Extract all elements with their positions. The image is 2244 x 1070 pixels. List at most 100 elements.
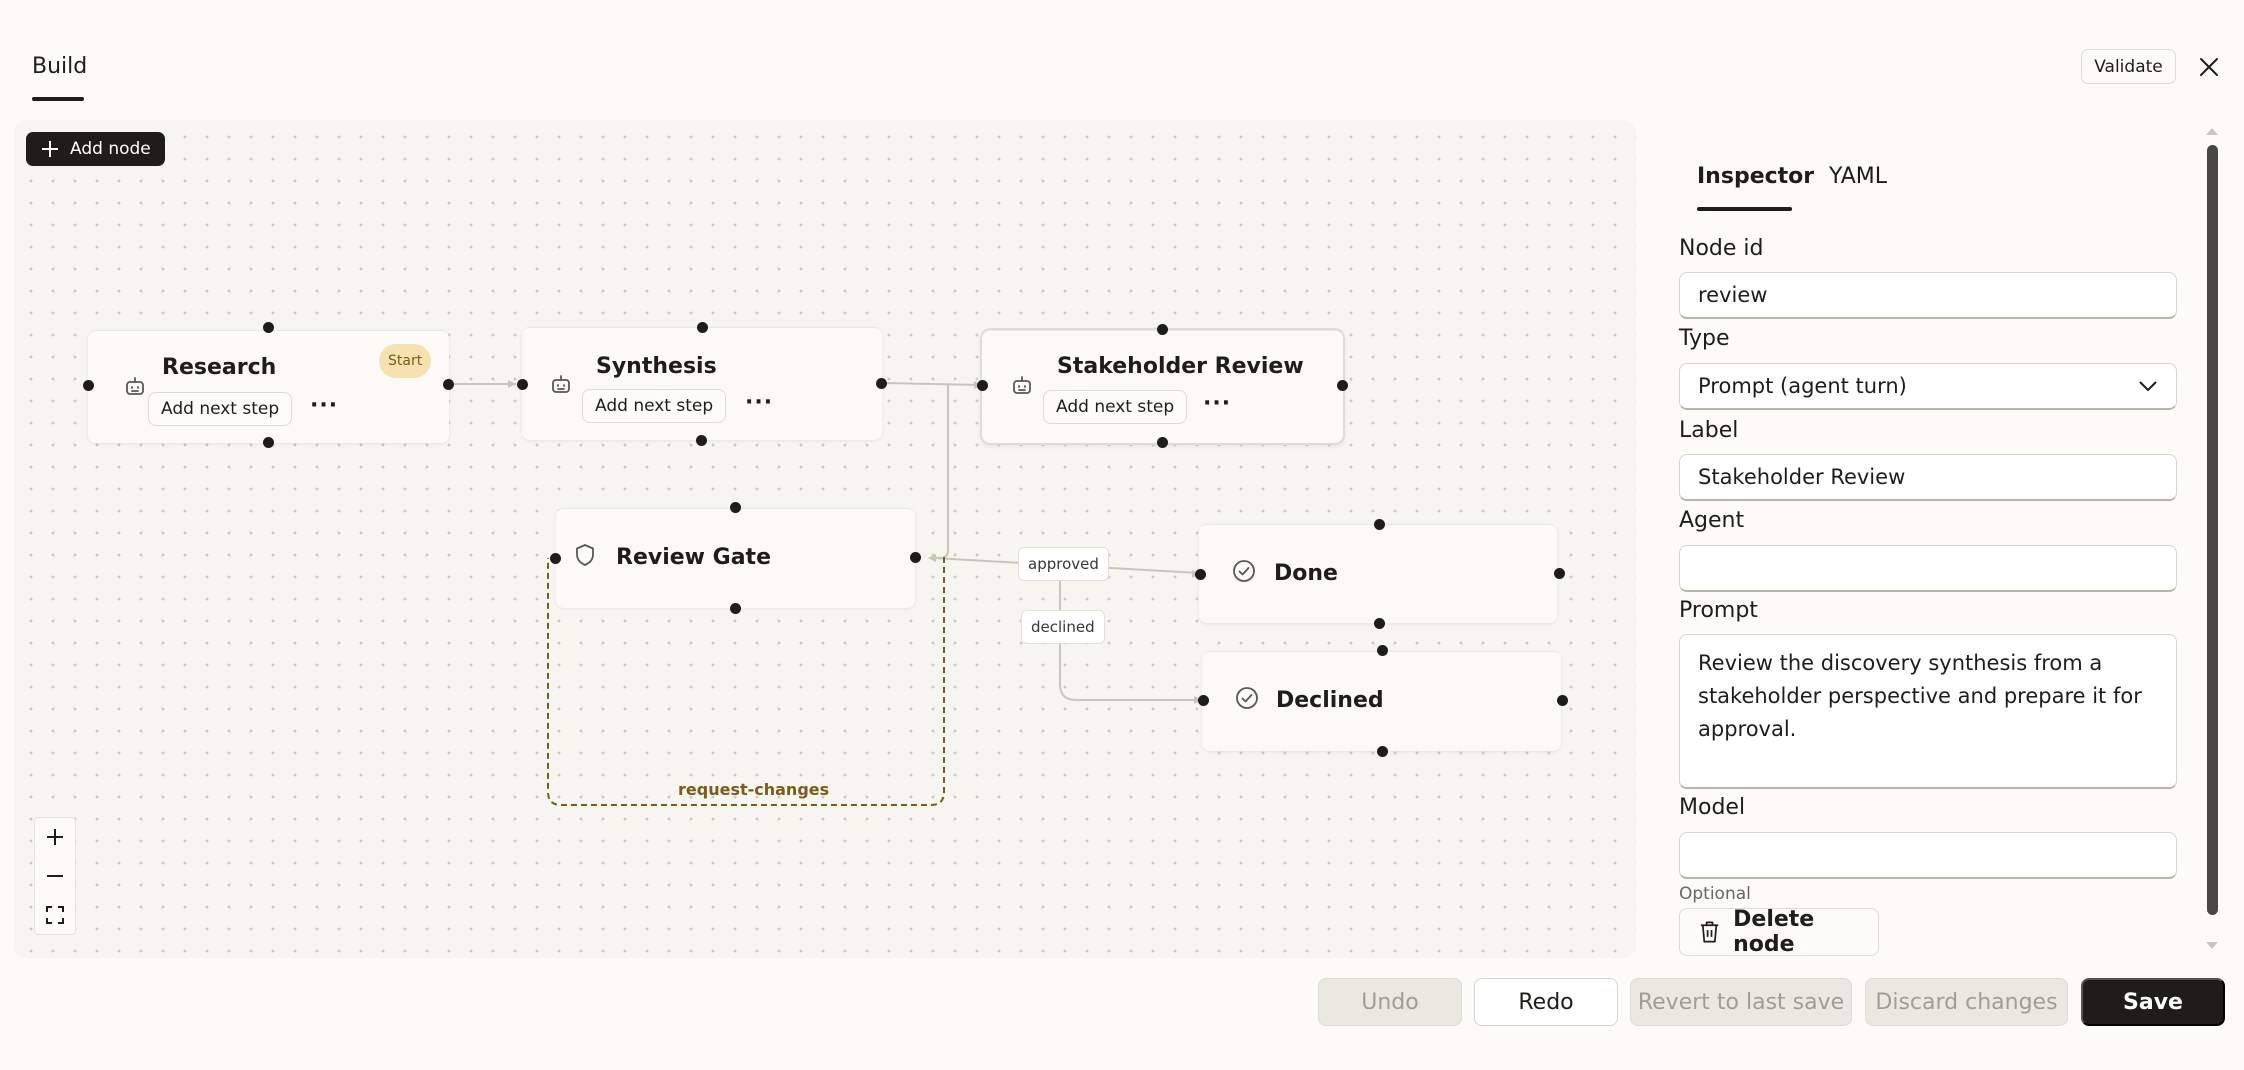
plus-icon bbox=[42, 141, 58, 157]
fit-view-button[interactable] bbox=[35, 896, 75, 934]
add-next-step-button[interactable]: Add next step bbox=[1043, 390, 1188, 424]
scroll-up-arrow[interactable] bbox=[2206, 128, 2218, 135]
node-research[interactable]: Research Start Add next step ··· bbox=[88, 330, 449, 443]
node-done[interactable]: Done bbox=[1199, 524, 1557, 623]
handle-gate-right[interactable] bbox=[909, 551, 921, 563]
arrow-synthesis bbox=[508, 380, 516, 388]
node-stakeholder-review[interactable]: Stakeholder Review Add next step ··· bbox=[982, 330, 1343, 443]
handle-declined-bottom[interactable] bbox=[1376, 745, 1388, 757]
handle-stakeholder-bottom[interactable] bbox=[1156, 436, 1168, 448]
tab-inspector[interactable]: Inspector bbox=[1697, 164, 1814, 189]
robot-icon bbox=[1013, 376, 1031, 394]
handle-research-right[interactable] bbox=[442, 378, 454, 390]
check-circle-icon bbox=[1233, 560, 1255, 582]
handle-research-bottom[interactable] bbox=[262, 436, 274, 448]
node-review-gate[interactable]: Review Gate bbox=[556, 508, 915, 608]
chevron-down-icon bbox=[2139, 381, 2157, 392]
add-next-step-button[interactable]: Add next step bbox=[582, 389, 727, 423]
edge-stakeholder-gate bbox=[934, 384, 950, 559]
undo-button[interactable]: Undo bbox=[1318, 978, 1462, 1026]
type-select[interactable]: Prompt (agent turn) bbox=[1679, 363, 2177, 410]
revert-button[interactable]: Revert to last save bbox=[1630, 978, 1852, 1026]
handle-stakeholder-top[interactable] bbox=[1156, 323, 1168, 335]
redo-button[interactable]: Redo bbox=[1474, 978, 1618, 1026]
node-title: Done bbox=[1274, 561, 1338, 586]
node-declined[interactable]: Declined bbox=[1202, 651, 1561, 751]
model-hint: Optional bbox=[1679, 884, 1751, 904]
tab-build[interactable]: Build bbox=[32, 54, 87, 79]
node-synthesis[interactable]: Synthesis Add next step ··· bbox=[522, 327, 882, 440]
robot-icon bbox=[126, 377, 144, 395]
flow-canvas[interactable]: Add node Research Start Add next step ··… bbox=[14, 120, 1636, 958]
handle-stakeholder-left[interactable] bbox=[976, 379, 988, 391]
zoom-out-button[interactable] bbox=[35, 857, 75, 895]
zoom-controls bbox=[34, 817, 76, 935]
robot-icon bbox=[552, 375, 570, 393]
handle-done-top[interactable] bbox=[1373, 518, 1385, 530]
scroll-down-arrow[interactable] bbox=[2206, 942, 2218, 949]
handle-synthesis-bottom[interactable] bbox=[695, 434, 707, 446]
close-button[interactable] bbox=[2194, 52, 2224, 82]
zoom-in-button[interactable] bbox=[35, 818, 75, 856]
handle-done-left[interactable] bbox=[1194, 568, 1206, 580]
edge-label-declined[interactable]: declined bbox=[1021, 610, 1105, 644]
start-badge: Start bbox=[379, 344, 432, 378]
handle-stakeholder-right[interactable] bbox=[1336, 379, 1348, 391]
handle-gate-top[interactable] bbox=[729, 501, 741, 513]
handle-gate-bottom[interactable] bbox=[729, 602, 741, 614]
tab-yaml[interactable]: YAML bbox=[1829, 164, 1887, 189]
check-circle-icon bbox=[1236, 687, 1258, 709]
handle-synthesis-top[interactable] bbox=[696, 321, 708, 333]
node-title: Review Gate bbox=[616, 545, 771, 570]
shield-icon bbox=[576, 544, 594, 566]
handle-gate-left[interactable] bbox=[549, 552, 561, 564]
type-label: Type bbox=[1679, 326, 1730, 351]
delete-node-button[interactable]: Delete node bbox=[1679, 907, 1879, 957]
add-next-step-button[interactable]: Add next step bbox=[148, 392, 293, 426]
node-title: Declined bbox=[1276, 688, 1384, 713]
node-title: Research bbox=[162, 355, 277, 380]
node-title: Synthesis bbox=[596, 354, 717, 379]
prompt-textarea[interactable]: Review the discovery synthesis from a st… bbox=[1679, 634, 2177, 789]
model-label: Model bbox=[1679, 795, 1746, 820]
node-id-input[interactable]: review bbox=[1679, 272, 2177, 319]
plus-icon bbox=[47, 829, 63, 845]
validate-button[interactable]: Validate bbox=[2081, 49, 2176, 84]
tab-active-indicator bbox=[1697, 207, 1792, 211]
delete-node-label: Delete node bbox=[1733, 907, 1815, 957]
minus-icon bbox=[47, 875, 63, 877]
trash-icon bbox=[1700, 921, 1719, 943]
agent-label: Agent bbox=[1679, 508, 1745, 533]
node-title: Stakeholder Review bbox=[1057, 354, 1304, 379]
handle-declined-left[interactable] bbox=[1197, 694, 1209, 706]
handle-research-top[interactable] bbox=[262, 321, 274, 333]
discard-changes-button[interactable]: Discard changes bbox=[1865, 978, 2068, 1026]
handle-declined-right[interactable] bbox=[1556, 694, 1568, 706]
save-button[interactable]: Save bbox=[2081, 978, 2225, 1026]
handle-synthesis-left[interactable] bbox=[516, 378, 528, 390]
more-options-icon[interactable]: ··· bbox=[745, 392, 773, 414]
label-label: Label bbox=[1679, 418, 1739, 443]
handle-done-right[interactable] bbox=[1553, 567, 1565, 579]
more-options-icon[interactable]: ··· bbox=[1203, 393, 1231, 415]
handle-done-bottom[interactable] bbox=[1373, 617, 1385, 629]
label-input[interactable]: Stakeholder Review bbox=[1679, 454, 2177, 501]
more-options-icon[interactable]: ··· bbox=[310, 395, 338, 417]
edge-label-approved[interactable]: approved bbox=[1018, 547, 1109, 581]
type-select-value: Prompt (agent turn) bbox=[1698, 374, 1907, 398]
handle-synthesis-right[interactable] bbox=[875, 377, 887, 389]
edge-synthesis-stakeholder bbox=[880, 382, 983, 386]
inspector-scrollbar[interactable] bbox=[2207, 145, 2218, 915]
handle-research-left[interactable] bbox=[82, 379, 94, 391]
model-input[interactable] bbox=[1679, 832, 2177, 879]
close-icon bbox=[2200, 58, 2218, 76]
prompt-label: Prompt bbox=[1679, 598, 1758, 623]
agent-input[interactable] bbox=[1679, 545, 2177, 592]
arrow-gate bbox=[928, 554, 936, 562]
tab-active-indicator bbox=[32, 97, 84, 101]
add-node-label: Add node bbox=[70, 139, 151, 159]
node-id-label: Node id bbox=[1679, 236, 1764, 261]
add-node-button[interactable]: Add node bbox=[26, 132, 165, 166]
handle-declined-top[interactable] bbox=[1376, 644, 1388, 656]
edge-label-request-changes[interactable]: request-changes bbox=[678, 780, 829, 799]
